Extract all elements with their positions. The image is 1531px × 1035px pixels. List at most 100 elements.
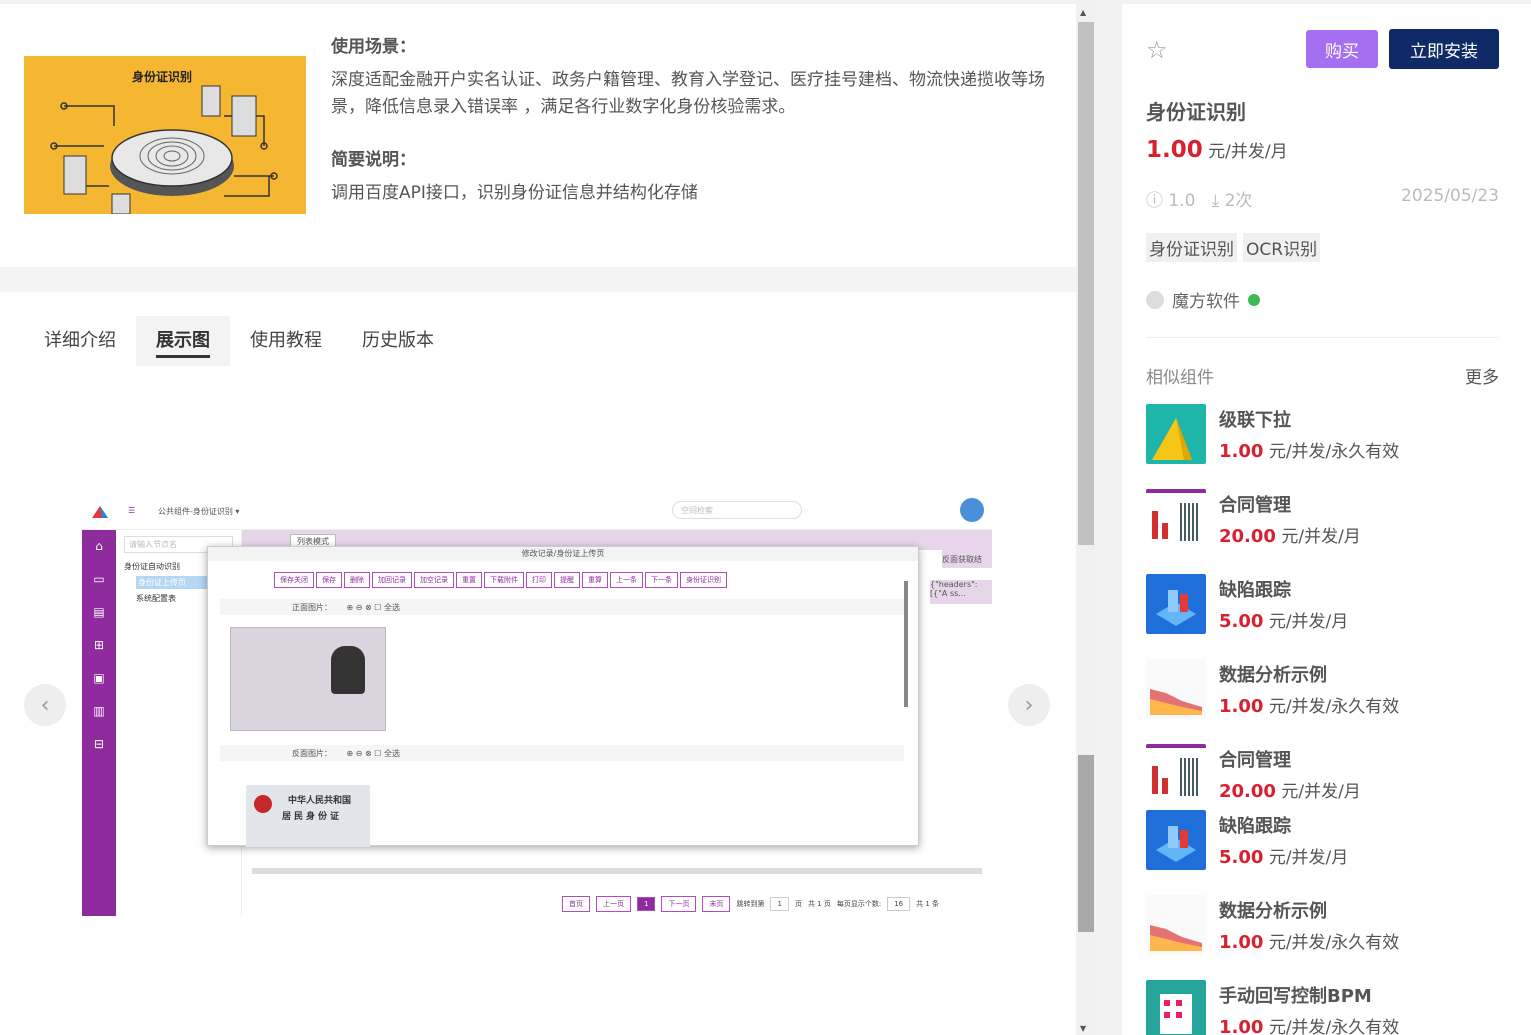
pager-total-pages: 共 1 页 (807, 900, 831, 908)
product-meta: ⓘ 1.0 ⤓ 2次 2025/05/23 (1146, 186, 1499, 211)
pager-first[interactable]: 首页 (562, 896, 590, 912)
zoom-controls[interactable]: ⊕ ⊖ ⊗ ☐ (347, 749, 382, 758)
similar-item[interactable]: 缺陷跟踪 5.00 元/并发/月 (1146, 810, 1499, 872)
modal-toolbar-button[interactable]: 重算 (582, 572, 608, 588)
tree-icon[interactable]: ⊞ (82, 629, 116, 662)
back-image-row: 反面图片： ⊕ ⊖ ⊗ ☐ 全选 (220, 745, 904, 761)
brief-text: 调用百度API接口，识别身份证信息并结构化存储 (331, 183, 698, 203)
screen-icon[interactable]: ▣ (82, 662, 116, 695)
similar-price: 20.00 元/并发/月 (1219, 777, 1361, 802)
similar-price: 5.00 元/并发/月 (1219, 843, 1348, 868)
similar-price-unit: 元/并发/永久有效 (1268, 1018, 1400, 1035)
similar-thumbnail (1146, 404, 1206, 464)
similar-item[interactable]: 合同管理 20.00 元/并发/月 (1146, 489, 1499, 551)
buy-button[interactable]: 购买 (1306, 30, 1378, 68)
similar-item[interactable]: 数据分析示例 1.00 元/并发/永久有效 (1146, 659, 1499, 721)
similar-item[interactable]: 级联下拉 1.00 元/并发/永久有效 (1146, 404, 1499, 466)
similar-price: 5.00 元/并发/月 (1219, 607, 1348, 632)
modal-toolbar-button[interactable]: 下载附件 (484, 572, 524, 588)
front-image-label: 正面图片： (292, 603, 332, 612)
fingerprint-chip-illustration (50, 85, 278, 214)
pager-last[interactable]: 末页 (702, 896, 731, 912)
select-all-label[interactable]: 全选 (384, 603, 400, 612)
select-all-label[interactable]: 全选 (384, 749, 400, 758)
intro-section: 身份证识别 使用场景： 深度适配金融开户实名认证、政务户籍管理、教育入学登记、医… (0, 4, 1076, 267)
modal-toolbar-button[interactable]: 重置 (456, 572, 482, 588)
similar-thumbnail (1146, 659, 1206, 719)
grid-header-cell: 反面获取结 (942, 550, 992, 568)
scrollbar-thumb-secondary[interactable] (1078, 755, 1094, 932)
save-icon[interactable]: ▥ (82, 695, 116, 728)
modal-toolbar-button[interactable]: 保存关闭 (274, 572, 314, 588)
main-content: 身份证识别 使用场景： 深度适配金融开户实名认证、政务户籍管理、教育入学登记、医… (0, 4, 1076, 1035)
pager-total: 共 1 条 (916, 900, 940, 908)
chevron-left-icon[interactable]: ‹ (24, 684, 66, 726)
similar-item[interactable]: 缺陷跟踪 5.00 元/并发/月 (1146, 574, 1499, 636)
monitor-icon[interactable]: ▭ (82, 563, 116, 596)
similar-name: 手动回写控制BPM (1219, 986, 1372, 1007)
app-topbar: ☰ 公共组件-身份证识别 ▾ 空间检索 (82, 494, 992, 530)
chevron-right-icon[interactable]: › (1008, 684, 1050, 726)
tag-item[interactable]: 身份证识别 (1146, 233, 1237, 262)
similar-price-value: 1.00 (1219, 1017, 1264, 1035)
tag-item[interactable]: OCR识别 (1243, 233, 1321, 262)
price-value: 1.00 (1146, 137, 1203, 163)
similar-item[interactable]: 合同管理 20.00 元/并发/月 (1146, 744, 1499, 806)
modal-toolbar-button[interactable]: 加空记录 (414, 572, 454, 588)
pager-jump-input[interactable]: 1 (770, 897, 789, 911)
id-back-line1: 中华人民共和国 (288, 796, 352, 806)
pager-prev[interactable]: 上一页 (596, 896, 631, 912)
modal-toolbar-button[interactable]: 提醒 (554, 572, 580, 588)
similar-name: 合同管理 (1219, 495, 1291, 516)
similar-header: 相似组件 更多 (1146, 363, 1499, 388)
modal-toolbar-button[interactable]: 打印 (526, 572, 552, 588)
tab-history[interactable]: 历史版本 (342, 316, 454, 366)
scene-text: 深度适配金融开户实名认证、政务户籍管理、教育入学登记、医疗挂号建档、物流快递揽收… (331, 70, 1045, 117)
similar-thumbnail (1146, 895, 1206, 955)
modal-toolbar-button[interactable]: 加回记录 (372, 572, 412, 588)
modal-toolbar-button[interactable]: 删除 (344, 572, 370, 588)
star-icon[interactable]: ☆ (1146, 36, 1168, 64)
author-name: 魔方软件 (1172, 292, 1240, 312)
edit-record-modal: 修改记录/身份证上传页 保存关闭 保存 删除 加回记录 加空记录 重置 下载附件 打印 提醒 重算… (207, 546, 919, 847)
tab-screenshots[interactable]: 展示图 (136, 316, 230, 366)
tab-intro[interactable]: 详细介绍 (24, 316, 136, 366)
similar-item[interactable]: 手动回写控制BPM 1.00 元/并发/永久有效 (1146, 980, 1499, 1035)
app-title[interactable]: 公共组件-身份证识别 ▾ (158, 506, 239, 517)
similar-name: 数据分析示例 (1219, 665, 1327, 686)
similar-price: 1.00 元/并发/永久有效 (1219, 437, 1399, 462)
grid-hscroll[interactable] (252, 868, 982, 874)
similar-price-unit: 元/并发/月 (1281, 782, 1361, 802)
modal-toolbar-button[interactable]: 身份证识别 (680, 572, 727, 588)
id-back-line2: 居民身份证 (282, 812, 343, 822)
install-button[interactable]: 立即安装 (1389, 29, 1499, 69)
pager-next[interactable]: 下一页 (661, 896, 697, 912)
modal-toolbar-button[interactable]: 上一条 (610, 572, 643, 588)
divider (1146, 337, 1499, 338)
similar-item[interactable]: 数据分析示例 1.00 元/并发/永久有效 (1146, 895, 1499, 957)
user-avatar[interactable] (960, 498, 984, 522)
menu-icon[interactable]: ☰ (128, 506, 135, 515)
modal-toolbar-button[interactable]: 保存 (316, 572, 342, 588)
space-search-input[interactable]: 空间检索 (672, 501, 802, 519)
modal-toolbar-button[interactable]: 下一条 (645, 572, 678, 588)
zoom-controls[interactable]: ⊕ ⊖ ⊗ ☐ (347, 603, 382, 612)
more-link[interactable]: 更多 (1465, 363, 1499, 388)
author[interactable]: 魔方软件 (1146, 287, 1260, 312)
pager-per-page-input[interactable]: 16 (887, 897, 911, 911)
similar-thumbnail (1146, 574, 1206, 634)
similar-price-value: 20.00 (1219, 781, 1276, 802)
scrollbar-thumb-main[interactable] (1078, 22, 1094, 545)
similar-price-value: 5.00 (1219, 847, 1264, 868)
scroll-down-arrow[interactable]: ▼ (1080, 1024, 1086, 1033)
intro-text: 使用场景： 深度适配金融开户实名认证、政务户籍管理、教育入学登记、医疗挂号建档、… (331, 32, 1056, 231)
scene-heading: 使用场景： (331, 37, 416, 57)
flow-icon[interactable]: ⊟ (82, 728, 116, 761)
home-icon[interactable]: ⌂ (82, 530, 116, 563)
emblem-icon (254, 795, 272, 813)
modal-scrollbar[interactable] (904, 581, 908, 707)
tab-tutorial[interactable]: 使用教程 (230, 316, 342, 366)
pager-current[interactable]: 1 (637, 897, 656, 911)
doc-icon[interactable]: ▤ (82, 596, 116, 629)
scroll-up-arrow[interactable]: ▲ (1080, 8, 1086, 17)
